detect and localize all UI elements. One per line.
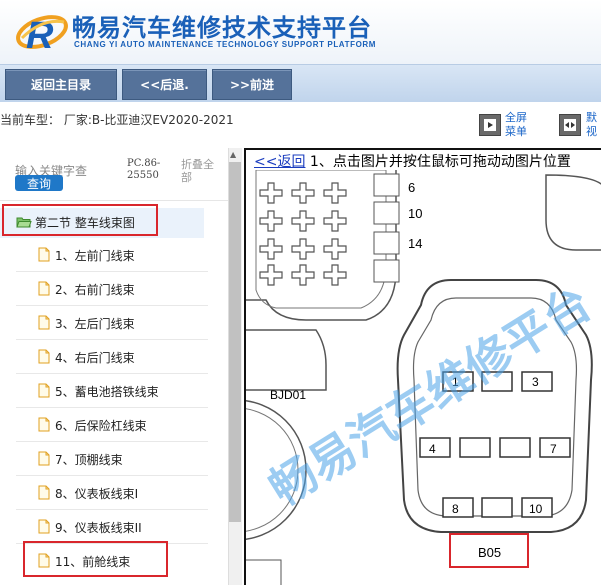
tree-item[interactable]: 9、仪表板线束II: [0, 510, 228, 544]
pin-label: 8: [452, 502, 459, 516]
pin-label: 10: [529, 502, 543, 516]
fullscreen-icon[interactable]: [479, 114, 501, 136]
home-button[interactable]: 返回主目录: [5, 69, 117, 100]
forward-button[interactable]: >>前进: [212, 69, 292, 100]
collapse-all-button[interactable]: 折叠全 部: [181, 158, 221, 184]
sidebar-divider: [0, 200, 228, 201]
file-icon: [38, 485, 50, 500]
fullscreen-label[interactable]: 全屏 菜单: [505, 111, 527, 139]
file-icon: [38, 417, 50, 432]
tree-item-label: 4、右后门线束: [55, 351, 135, 365]
scrollbar-thumb[interactable]: [229, 162, 241, 522]
tree-item[interactable]: 2、右前门线束: [0, 272, 228, 306]
tree-item-label: 3、左后门线束: [55, 317, 135, 331]
tree-item-label: 6、后保险杠线束: [55, 419, 147, 433]
platform-title: 畅易汽车维修技术支持平台: [72, 14, 372, 42]
pin-label-left: 14: [408, 236, 422, 251]
default-label-line2: 视: [586, 125, 597, 138]
pin-label: 7: [550, 442, 557, 456]
tree-item-label: 2、右前门线束: [55, 283, 135, 297]
nav-bar: 返回主目录 <<后退. >>前进: [0, 64, 601, 102]
file-icon: [38, 383, 50, 398]
fullscreen-label-line2: 菜单: [505, 125, 527, 138]
pc-code-line2: 25550: [127, 170, 159, 181]
search-button[interactable]: 查询: [15, 175, 63, 191]
fullscreen-label-line1: 全屏: [505, 111, 527, 124]
collapse-line1: 折叠全: [181, 158, 214, 171]
tree-item[interactable]: 1、左前门线束: [0, 238, 228, 272]
tree-item[interactable]: 8、仪表板线束I: [0, 476, 228, 510]
tree-item-label: 7、顶棚线束: [55, 453, 123, 467]
info-bar: 当前车型： 厂家:B-比亚迪汉EV2020-2021 全屏 菜单 默 视: [0, 102, 601, 148]
file-icon: [38, 315, 50, 330]
file-icon: [38, 519, 50, 534]
logo-icon: R: [16, 15, 68, 56]
tree-item[interactable]: 4、右后门线束: [0, 340, 228, 374]
connector-label-b05: B05: [478, 545, 501, 560]
file-icon: [38, 451, 50, 466]
back-button[interactable]: <<后退.: [122, 69, 207, 100]
section-highlight: [2, 204, 158, 236]
pc-code: PC.86- 25550: [127, 158, 160, 182]
default-view-icon[interactable]: [559, 114, 581, 136]
default-label-line1: 默: [586, 111, 597, 124]
sidebar: 输入关键字查 查询 PC.86- 25550 折叠全 部 第二节 整车线束图 1…: [0, 148, 244, 585]
pin-label-left: 6: [408, 180, 415, 195]
file-icon: [38, 349, 50, 364]
tree-item-label: 1、左前门线束: [55, 249, 135, 263]
file-icon: [38, 247, 50, 262]
content-panel: 6 10 14 BJD01 1 3 4 7 8 10 B05 畅易汽车维修平台 …: [244, 148, 601, 585]
app-root: R 畅易汽车维修技术支持平台 CHANG YI AUTO MAINTENANCE…: [0, 0, 601, 585]
wiring-diagram-image[interactable]: 6 10 14 BJD01 1 3 4 7 8 10 B05 畅易汽车维修平台: [246, 170, 601, 585]
header: R 畅易汽车维修技术支持平台 CHANG YI AUTO MAINTENANCE…: [0, 0, 601, 64]
platform-subtitle: CHANG YI AUTO MAINTENANCE TECHNOLOGY SUP…: [74, 40, 377, 49]
tree-item-label: 8、仪表板线束I: [55, 487, 139, 501]
return-link[interactable]: <<返回: [254, 154, 305, 170]
pin-label: 3: [532, 375, 539, 389]
pin-label: 4: [429, 442, 436, 456]
file-icon: [38, 281, 50, 296]
scroll-up-icon[interactable]: ▲: [230, 150, 236, 159]
connector-label-bjd01: BJD01: [270, 388, 306, 402]
tree-item-label: 9、仪表板线束II: [55, 521, 142, 535]
drag-instruction: 1、点击图片并按住鼠标可拖动动图片位置: [305, 154, 571, 170]
car-model-text: 当前车型： 厂家:B-比亚迪汉EV2020-2021: [0, 113, 234, 127]
item-highlight: [23, 541, 168, 577]
tree-item[interactable]: 6、后保险杠线束: [0, 408, 228, 442]
collapse-line2: 部: [181, 171, 192, 184]
content-header: <<返回 1、点击图片并按住鼠标可拖动动图片位置: [254, 151, 571, 171]
pc-code-line1: PC.86-: [127, 158, 161, 169]
tree-item[interactable]: 7、顶棚线束: [0, 442, 228, 476]
pin-label-left: 10: [408, 206, 422, 221]
default-view-label[interactable]: 默 视: [586, 111, 597, 139]
tree-item-label: 5、蓄电池搭铁线束: [55, 385, 159, 399]
tree-item[interactable]: 5、蓄电池搭铁线束: [0, 374, 228, 408]
tree-item[interactable]: 3、左后门线束: [0, 306, 228, 340]
